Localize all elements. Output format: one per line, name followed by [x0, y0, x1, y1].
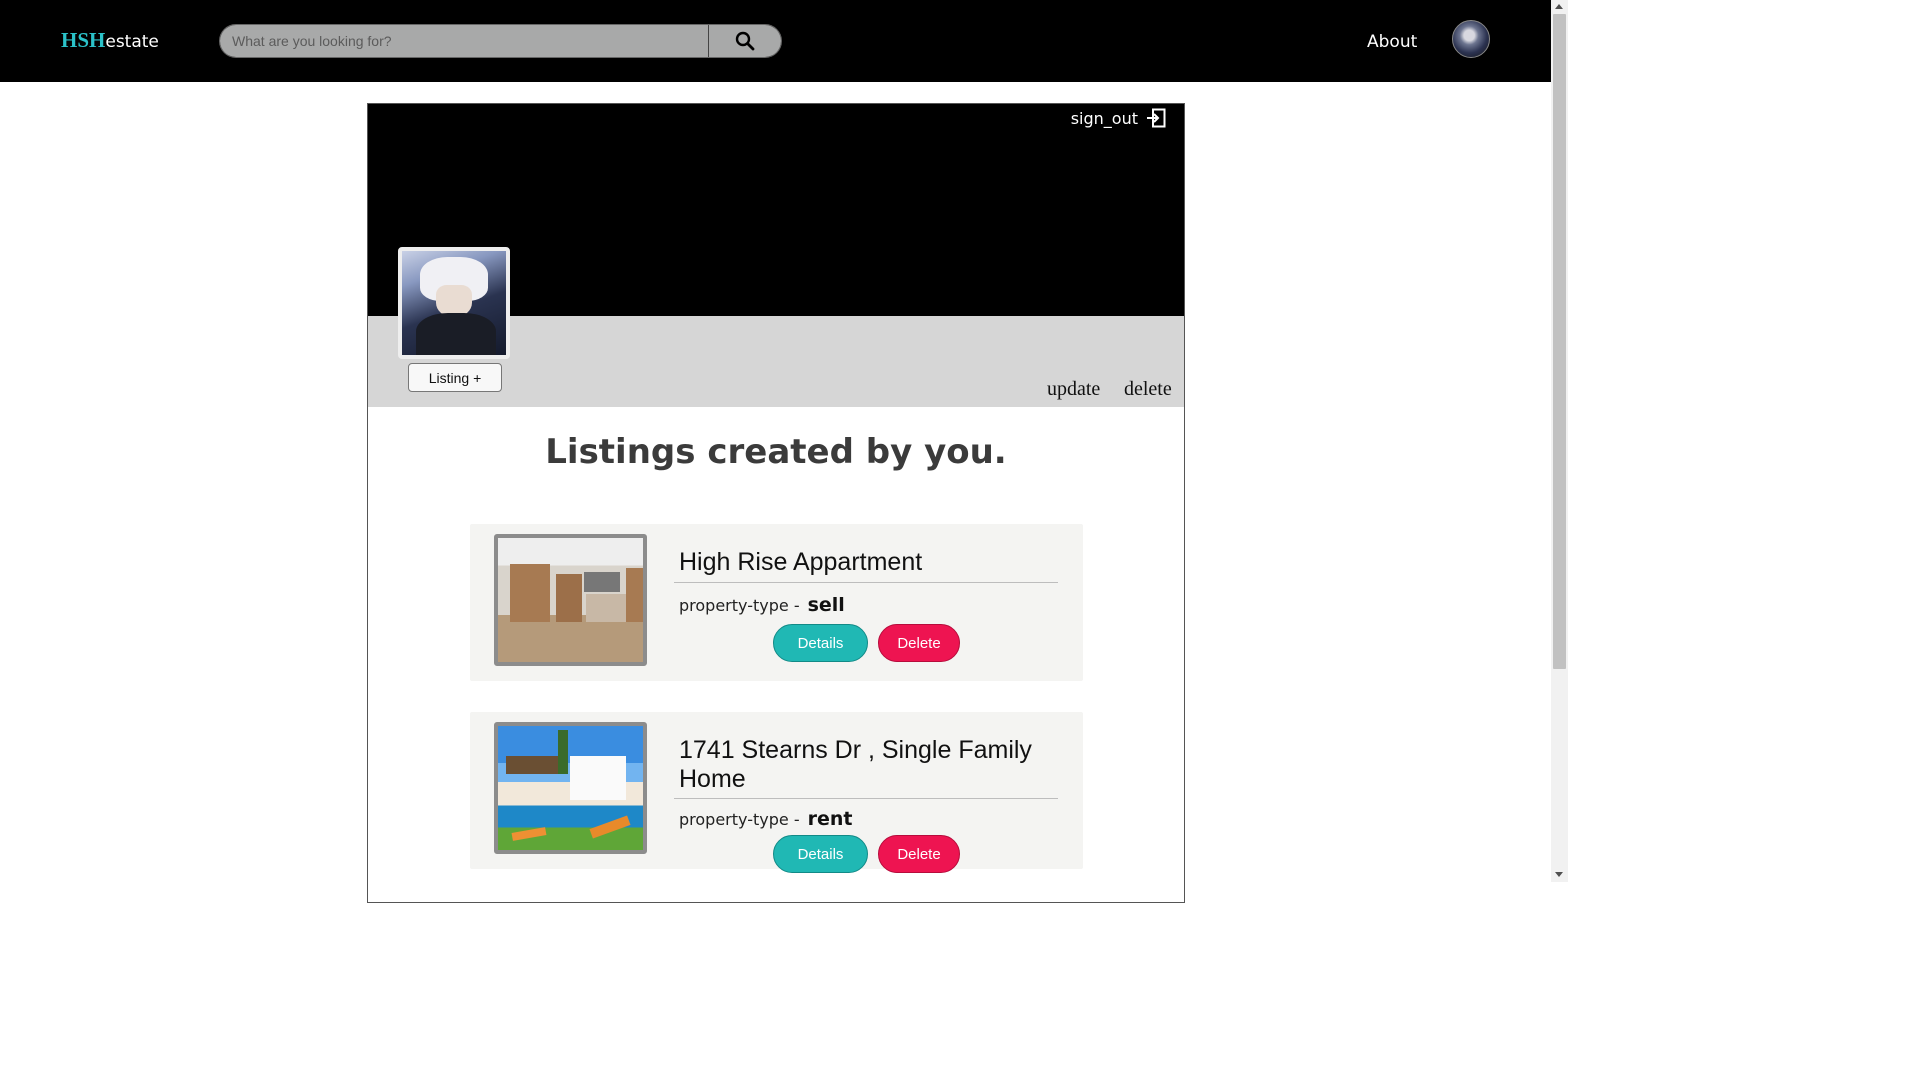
property-type: property-type - rent: [679, 808, 852, 830]
property-type-label: property-type -: [679, 596, 800, 615]
sign-out-button[interactable]: sign_out: [1071, 108, 1166, 128]
house-roof: [506, 756, 560, 774]
about-link[interactable]: About: [1367, 32, 1417, 52]
search-bar: [219, 24, 782, 58]
listing-image[interactable]: [494, 722, 647, 854]
search-icon: [735, 31, 755, 51]
scrollbar[interactable]: [1551, 0, 1568, 882]
details-button[interactable]: Details: [773, 624, 868, 662]
lounge-chair: [511, 827, 547, 841]
house-wall: [570, 756, 626, 800]
add-listing-button[interactable]: Listing +: [408, 363, 502, 392]
scroll-down-icon[interactable]: [1555, 872, 1563, 877]
site-logo[interactable]: HSHestate: [61, 28, 159, 53]
search-input[interactable]: [220, 25, 708, 57]
delete-listing-button[interactable]: Delete: [878, 624, 960, 662]
listing-card: High Rise Appartment property-type - sell…: [470, 524, 1083, 681]
kitchen-cabinet: [626, 568, 643, 622]
profile-card: sign_out Listing + update delete Listing…: [367, 103, 1185, 903]
listing-title: 1741 Stearns Dr , Single Family Home: [679, 736, 1032, 793]
kitchen-cabinet: [584, 572, 620, 592]
lounge-chair: [589, 815, 631, 839]
listing-title: High Rise Appartment: [679, 548, 923, 576]
logo-suffix: estate: [105, 32, 159, 52]
property-type: property-type - sell: [679, 594, 845, 616]
details-button[interactable]: Details: [773, 835, 868, 873]
sign-out-label: sign_out: [1070, 108, 1138, 128]
property-type-value: rent: [807, 808, 853, 830]
page-title: Listings created by you.: [545, 432, 1007, 472]
scroll-up-icon[interactable]: [1555, 4, 1563, 9]
profile-picture-body: [416, 313, 496, 355]
update-profile-link[interactable]: update: [1047, 378, 1100, 401]
logo-prefix: HSH: [61, 28, 106, 52]
listing-card: 1741 Stearns Dr , Single Family Home pro…: [470, 712, 1083, 873]
delete-listing-button[interactable]: Delete: [878, 835, 960, 873]
scrollbar-thumb[interactable]: [1553, 14, 1566, 669]
kitchen-cabinet: [510, 564, 550, 622]
user-avatar[interactable]: [1452, 20, 1490, 58]
kitchen-cabinet: [556, 574, 582, 622]
listing-image[interactable]: [494, 534, 647, 666]
palm-tree: [558, 730, 568, 774]
divider: [674, 582, 1058, 583]
sign-out-icon: [1147, 108, 1166, 128]
kitchen-photo: [498, 538, 643, 662]
property-type-value: sell: [807, 594, 845, 616]
top-navbar: HSHestate About: [0, 0, 1551, 82]
house-photo: [498, 726, 643, 850]
delete-profile-link[interactable]: delete: [1124, 378, 1172, 401]
kitchen-cabinet: [586, 594, 626, 622]
divider: [674, 798, 1058, 799]
search-button[interactable]: [708, 25, 781, 57]
property-type-label: property-type -: [679, 810, 800, 829]
profile-picture[interactable]: [398, 247, 510, 359]
